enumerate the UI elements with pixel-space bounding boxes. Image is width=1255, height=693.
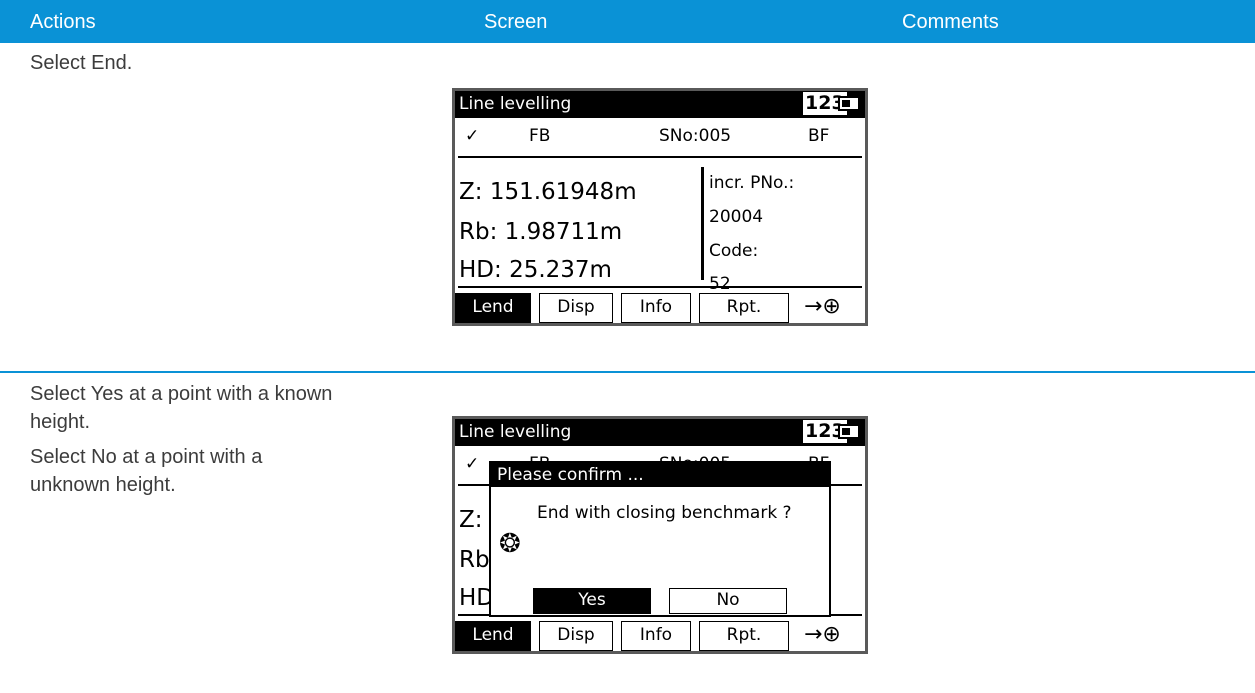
- measure-target-icon[interactable]: →⊕: [804, 293, 841, 321]
- no-button[interactable]: No: [669, 588, 787, 614]
- softkey-rpt[interactable]: Rpt.: [699, 293, 789, 323]
- softkey-info[interactable]: Info: [621, 293, 691, 323]
- fb-indicator: FB: [529, 126, 551, 146]
- screen-titlebar: Line levelling 123: [455, 419, 865, 446]
- table-header: Actions Screen Comments: [0, 0, 1255, 43]
- screen-title: Line levelling: [459, 94, 572, 114]
- vertical-divider: [701, 167, 704, 280]
- row2-action-line2: height.: [30, 411, 91, 433]
- softkey-disp[interactable]: Disp: [539, 293, 613, 323]
- divider: [458, 286, 862, 288]
- screen-title: Line levelling: [459, 422, 572, 442]
- softkey-info[interactable]: Info: [621, 621, 691, 651]
- height-z: Z: 151.61948m: [459, 179, 637, 205]
- code-label: Code:: [709, 241, 759, 261]
- logo-icon: ❂: [499, 529, 521, 559]
- header-screen: Screen: [484, 11, 548, 33]
- device-screen-1: Line levelling 123 ✓ FB SNo:005 BF Z: 15…: [452, 88, 868, 326]
- row2-action-line3: Select No at a point with a: [30, 446, 263, 468]
- reading-rb: Rb: [459, 547, 490, 573]
- softkey-bar: Lend Disp Info Rpt. →⊕: [455, 293, 865, 323]
- station-number: SNo:005: [659, 126, 732, 146]
- code-value: 52: [709, 274, 731, 294]
- row1-action: Select End.: [30, 52, 133, 74]
- divider: [458, 156, 862, 158]
- measure-target-icon[interactable]: →⊕: [804, 621, 841, 649]
- dialog-title: Please confirm ...: [491, 463, 829, 487]
- pno-label: incr. PNo.:: [709, 173, 795, 193]
- battery-icon: [838, 424, 860, 439]
- dialog-message: End with closing benchmark ?: [537, 503, 792, 523]
- check-icon: ✓: [465, 126, 480, 146]
- pno-value: 20004: [709, 207, 764, 227]
- row-separator: [0, 371, 1255, 373]
- softkey-disp[interactable]: Disp: [539, 621, 613, 651]
- row2-action-line1: Select Yes at a point with a known: [30, 383, 333, 405]
- softkey-bar: Lend Disp Info Rpt. →⊕: [455, 621, 865, 651]
- device-screen-2: Line levelling 123 ✓ FB SNo:005 BF Z: Rb…: [452, 416, 868, 654]
- height-z: Z:: [459, 507, 483, 533]
- softkey-lend[interactable]: Lend: [455, 621, 531, 651]
- reading-rb: Rb: 1.98711m: [459, 219, 623, 245]
- yes-button[interactable]: Yes: [533, 588, 651, 614]
- status-line: ✓ FB SNo:005 BF: [455, 118, 865, 156]
- battery-tip: [860, 100, 863, 107]
- confirm-dialog: Please confirm ... End with closing benc…: [489, 461, 831, 617]
- bf-indicator: BF: [808, 126, 830, 146]
- check-icon: ✓: [465, 454, 480, 474]
- softkey-rpt[interactable]: Rpt.: [699, 621, 789, 651]
- battery-icon: [838, 96, 860, 111]
- horizontal-distance: HD: 25.237m: [459, 257, 612, 283]
- header-comments: Comments: [902, 11, 999, 33]
- row2-action-line4: unknown height.: [30, 474, 176, 496]
- header-actions: Actions: [30, 11, 96, 33]
- battery-tip: [860, 428, 863, 435]
- softkey-lend[interactable]: Lend: [455, 293, 531, 323]
- screen-titlebar: Line levelling 123: [455, 91, 865, 118]
